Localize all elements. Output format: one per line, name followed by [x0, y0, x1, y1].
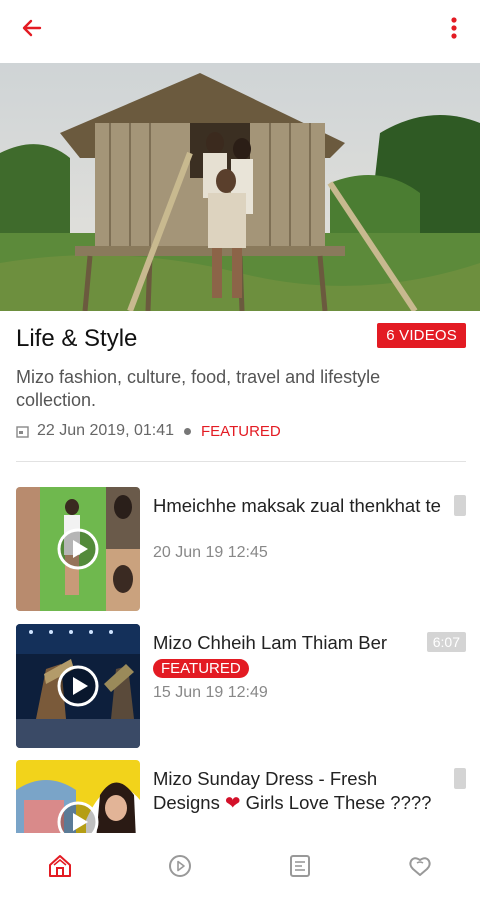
play-icon [57, 665, 99, 707]
video-thumbnail[interactable] [16, 624, 140, 748]
nav-home[interactable] [0, 834, 120, 897]
document-icon [290, 854, 310, 877]
video-title[interactable]: Mizo Chheih Lam Thiam Ber [153, 631, 445, 655]
video-thumbnail[interactable] [16, 487, 140, 611]
calendar-icon [16, 425, 29, 438]
back-button[interactable] [12, 8, 52, 48]
video-title[interactable]: Hmeichhe maksak zual thenkhat te [153, 494, 445, 518]
featured-badge: FEATURED [153, 659, 249, 678]
nav-articles[interactable] [240, 834, 360, 897]
play-icon [57, 528, 99, 570]
top-bar [0, 0, 480, 60]
video-date: 20 Jun 19 12:45 [153, 544, 268, 561]
playlist-meta: 22 Jun 2019, 01:41 FEATURED [16, 422, 281, 440]
video-title[interactable]: Mizo Sunday Dress - Fresh Designs ❤ Girl… [153, 767, 445, 815]
home-icon [49, 854, 71, 877]
featured-tag: FEATURED [201, 422, 281, 440]
play-circle-icon [169, 854, 191, 877]
divider [16, 461, 466, 462]
duration-badge: 6:07 [426, 632, 466, 652]
heart-emoji: ❤ [224, 792, 241, 813]
video-date: 15 Jun 19 12:49 [153, 684, 268, 701]
nav-videos[interactable] [120, 834, 240, 897]
play-icon [57, 801, 99, 833]
video-list-item[interactable]: Hmeichhe maksak zual thenkhat te 20 Jun … [0, 487, 480, 611]
playlist-title: Life & Style [16, 325, 138, 352]
heart-chat-icon [409, 856, 431, 876]
arrow-left-icon [22, 19, 42, 37]
more-options-button[interactable] [434, 8, 474, 48]
duration-badge [454, 768, 466, 789]
playlist-date: 22 Jun 2019, 01:41 [37, 422, 175, 439]
playlist-cover-image [0, 63, 480, 311]
video-thumbnail[interactable] [16, 760, 140, 833]
separator-dot [184, 427, 192, 435]
video-list-item[interactable]: Mizo Sunday Dress - Fresh Designs ❤ Girl… [0, 760, 480, 833]
duration-badge [454, 495, 466, 516]
video-count-badge: 6 VIDEOS [377, 323, 466, 348]
video-list: Hmeichhe maksak zual thenkhat te 20 Jun … [0, 487, 480, 833]
more-vertical-icon [451, 17, 457, 39]
nav-favorites[interactable] [360, 834, 480, 897]
video-title-part: Girls Love These ???? [240, 792, 432, 813]
playlist-description: Mizo fashion, culture, food, travel and … [16, 367, 381, 410]
bottom-navigation [0, 834, 480, 897]
video-list-item[interactable]: Mizo Chheih Lam Thiam Ber FEATURED 15 Ju… [0, 624, 480, 748]
